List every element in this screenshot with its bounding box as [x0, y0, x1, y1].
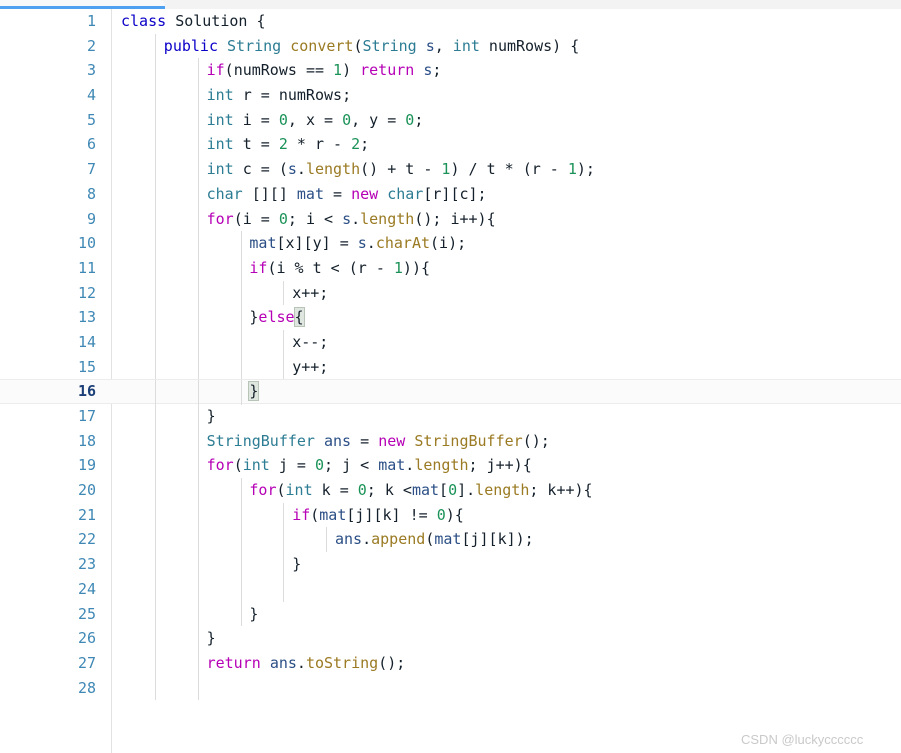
indent-guide [155, 576, 156, 602]
line-number: 11 [77, 258, 96, 277]
active-editor-tab[interactable] [0, 0, 165, 9]
code-text[interactable]: ans.append(mat[j][k]); [121, 527, 534, 552]
matching-brace-highlight: } [248, 381, 260, 402]
line-number: 22 [77, 530, 96, 549]
code-line[interactable]: 10 mat[x][y] = s.charAt(i); [0, 231, 901, 256]
code-text[interactable]: int r = numRows; [121, 83, 352, 108]
code-editor[interactable]: 1 class Solution { 2 public String convert(… [0, 9, 901, 753]
code-line[interactable]: 4 int r = numRows; [0, 83, 901, 108]
line-number: 7 [86, 160, 96, 179]
code-line[interactable]: 15 y++; [0, 354, 901, 380]
line-number: 24 [77, 579, 96, 598]
code-text[interactable]: } [121, 602, 258, 627]
line-number: 9 [86, 209, 96, 228]
code-line[interactable]: 23} [0, 552, 901, 577]
code-text[interactable]: y++; [121, 355, 328, 380]
code-text[interactable]: }else{ [121, 305, 305, 330]
code-line[interactable]: 25} [0, 601, 901, 627]
line-number: 2 [86, 36, 96, 55]
code-text[interactable]: StringBuffer ans = new StringBuffer(); [121, 429, 550, 454]
line-number: 13 [77, 308, 96, 327]
code-line[interactable]: 19 for(int j = 0; j < mat.length; j++){ [0, 453, 901, 479]
code-line[interactable]: 2 public String convert(String s, int num… [0, 33, 901, 59]
code-line[interactable]: 1 class Solution { [0, 9, 901, 34]
code-text[interactable]: int t = 2 * r - 2; [121, 132, 370, 157]
code-text[interactable]: x--; [121, 330, 328, 355]
code-text[interactable]: if(mat[j][k] != 0){ [121, 503, 464, 528]
code-line[interactable]: 26} [0, 626, 901, 651]
code-line[interactable]: 6 int t = 2 * r - 2; [0, 132, 901, 158]
line-number: 3 [86, 61, 96, 80]
code-text[interactable]: } [121, 404, 216, 429]
code-text[interactable]: x++; [121, 281, 328, 306]
code-line[interactable]: 20 for(int k = 0; k <mat[0].length; k++){ [0, 478, 901, 503]
code-line[interactable]: 8 char [][] mat = new char[r][c]; [0, 181, 901, 207]
code-text[interactable]: } [121, 552, 301, 577]
line-number: 26 [77, 629, 96, 648]
line-number: 6 [86, 135, 96, 154]
indent-guide [155, 675, 156, 701]
indent-guide [283, 576, 285, 602]
line-number: 21 [77, 505, 96, 524]
code-line[interactable]: 17} [0, 404, 901, 429]
code-text[interactable]: return ans.toString(); [121, 651, 406, 676]
code-text[interactable]: int i = 0, x = 0, y = 0; [121, 108, 424, 133]
code-text[interactable]: } [121, 626, 216, 651]
indent-guide [197, 576, 199, 602]
line-number: 20 [77, 481, 96, 500]
line-number: 10 [77, 234, 96, 253]
code-text[interactable]: char [][] mat = new char[r][c]; [121, 182, 487, 207]
code-text[interactable]: for(int j = 0; j < mat.length; j++){ [121, 453, 532, 478]
code-line[interactable]: 5 int i = 0, x = 0, y = 0; [0, 107, 901, 133]
line-number: 25 [77, 604, 96, 623]
code-line[interactable]: 18 StringBuffer ans = new StringBuffer(); [0, 428, 901, 454]
code-line[interactable]: 21 if(mat[j][k] != 0){ [0, 502, 901, 528]
code-line[interactable]: 13 }else{ [0, 305, 901, 330]
line-number: 19 [77, 456, 96, 475]
watermark: CSDN @luckycccccc [741, 732, 864, 747]
code-text[interactable]: mat[x][y] = s.charAt(i); [121, 231, 466, 256]
code-line[interactable]: 12 x++; [0, 280, 901, 306]
line-number: 1 [86, 12, 96, 30]
code-line[interactable]: 3 if(numRows == 1) return s; [0, 58, 901, 84]
code-line[interactable]: 14 x--; [0, 329, 901, 355]
indent-guide [240, 576, 242, 602]
code-lines: 1 class Solution { 2 public String convert(… [0, 9, 901, 701]
code-line[interactable]: 27 return ans.toString(); [0, 650, 901, 676]
line-number: 17 [77, 407, 96, 425]
line-number: 27 [77, 653, 96, 672]
line-number: 4 [86, 86, 96, 105]
line-number: 16 [77, 382, 96, 401]
line-number: 12 [77, 283, 96, 302]
line-number: 28 [77, 678, 96, 697]
code-text[interactable]: class Solution { [121, 9, 266, 34]
line-number: 14 [77, 332, 96, 351]
line-number: 18 [77, 431, 96, 450]
code-text[interactable]: public String convert(String s, int numR… [121, 34, 579, 59]
code-line[interactable]: 7 int c = (s.length() + t - 1) / t * (r -… [0, 157, 901, 182]
code-line[interactable]: 22 ans.append(mat[j][k]); [0, 527, 901, 553]
code-text[interactable]: for(int k = 0; k <mat[0].length; k++){ [121, 478, 592, 503]
line-number: 8 [86, 184, 96, 203]
code-line[interactable]: 9 for(i = 0; i < s.length(); i++){ [0, 206, 901, 232]
code-line[interactable]: 28 [0, 675, 901, 701]
code-text[interactable]: if(i % t < (r - 1)){ [121, 256, 430, 281]
code-line[interactable]: 11 if(i % t < (r - 1)){ [0, 255, 901, 281]
code-text[interactable]: if(numRows == 1) return s; [121, 58, 442, 83]
code-text[interactable]: int c = (s.length() + t - 1) / t * (r - … [121, 157, 595, 182]
code-line[interactable]: 24 [0, 576, 901, 602]
code-text[interactable]: for(i = 0; i < s.length(); i++){ [121, 207, 496, 232]
indent-guide [197, 675, 199, 701]
line-number: 5 [86, 110, 96, 129]
matching-brace-highlight: { [293, 307, 305, 328]
line-number: 23 [77, 555, 96, 574]
code-line[interactable]: 16} [0, 379, 901, 405]
code-text[interactable]: } [121, 380, 260, 403]
line-number: 15 [77, 357, 96, 376]
